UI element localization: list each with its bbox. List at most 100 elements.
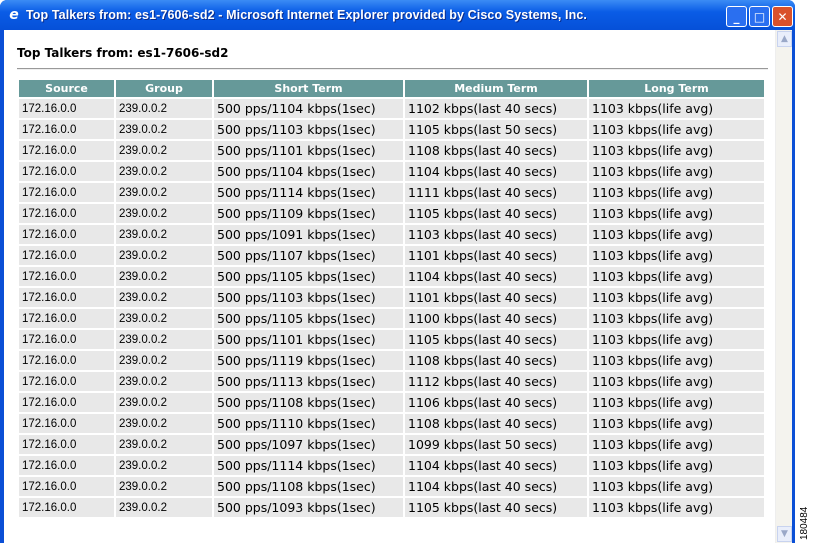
cell-group: 239.0.0.2: [116, 435, 212, 454]
column-header-medium-term: Medium Term: [405, 80, 587, 97]
cell-medium-term: 1104 kbps(last 40 secs): [405, 267, 587, 286]
cell-source: 172.16.0.0: [19, 267, 114, 286]
cell-long-term: 1103 kbps(life avg): [589, 267, 764, 286]
cell-group: 239.0.0.2: [116, 204, 212, 223]
cell-long-term: 1103 kbps(life avg): [589, 498, 764, 517]
title-bar[interactable]: e Top Talkers from: es1-7606-sd2 - Micro…: [0, 0, 795, 30]
cell-short-term: 500 pps/1108 kbps(1sec): [214, 477, 403, 496]
minimize-button[interactable]: _: [726, 6, 747, 27]
page-content: Top Talkers from: es1-7606-sd2 Source Gr…: [4, 30, 792, 543]
table-row: 172.16.0.0 239.0.0.2 500 pps/1103 kbps(1se…: [19, 120, 764, 139]
table-row: 172.16.0.0 239.0.0.2 500 pps/1114 kbps(1se…: [19, 456, 764, 475]
cell-medium-term: 1099 kbps(last 50 secs): [405, 435, 587, 454]
cell-group: 239.0.0.2: [116, 372, 212, 391]
cell-long-term: 1103 kbps(life avg): [589, 351, 764, 370]
vertical-scrollbar[interactable]: ▲ ▼: [775, 30, 792, 543]
cell-short-term: 500 pps/1109 kbps(1sec): [214, 204, 403, 223]
table-row: 172.16.0.0 239.0.0.2 500 pps/1101 kbps(1se…: [19, 330, 764, 349]
cell-long-term: 1103 kbps(life avg): [589, 183, 764, 202]
cell-medium-term: 1101 kbps(last 40 secs): [405, 288, 587, 307]
cell-source: 172.16.0.0: [19, 456, 114, 475]
cell-short-term: 500 pps/1103 kbps(1sec): [214, 120, 403, 139]
cell-medium-term: 1105 kbps(last 40 secs): [405, 330, 587, 349]
cell-group: 239.0.0.2: [116, 498, 212, 517]
cell-group: 239.0.0.2: [116, 99, 212, 118]
cell-short-term: 500 pps/1097 kbps(1sec): [214, 435, 403, 454]
table-row: 172.16.0.0 239.0.0.2 500 pps/1110 kbps(1se…: [19, 414, 764, 433]
cell-medium-term: 1100 kbps(last 40 secs): [405, 309, 587, 328]
cell-short-term: 500 pps/1104 kbps(1sec): [214, 162, 403, 181]
cell-source: 172.16.0.0: [19, 204, 114, 223]
cell-medium-term: 1101 kbps(last 40 secs): [405, 246, 587, 265]
cell-source: 172.16.0.0: [19, 498, 114, 517]
cell-short-term: 500 pps/1105 kbps(1sec): [214, 267, 403, 286]
cell-group: 239.0.0.2: [116, 246, 212, 265]
cell-long-term: 1103 kbps(life avg): [589, 309, 764, 328]
cell-group: 239.0.0.2: [116, 162, 212, 181]
table-row: 172.16.0.0 239.0.0.2 500 pps/1107 kbps(1se…: [19, 246, 764, 265]
cell-source: 172.16.0.0: [19, 288, 114, 307]
cell-short-term: 500 pps/1103 kbps(1sec): [214, 288, 403, 307]
figure-id: 180484: [799, 506, 810, 540]
cell-source: 172.16.0.0: [19, 141, 114, 160]
cell-long-term: 1103 kbps(life avg): [589, 393, 764, 412]
cell-long-term: 1103 kbps(life avg): [589, 435, 764, 454]
cell-short-term: 500 pps/1113 kbps(1sec): [214, 372, 403, 391]
cell-medium-term: 1102 kbps(last 40 secs): [405, 99, 587, 118]
cell-long-term: 1103 kbps(life avg): [589, 99, 764, 118]
cell-short-term: 500 pps/1101 kbps(1sec): [214, 330, 403, 349]
close-button[interactable]: ✕: [772, 6, 793, 27]
cell-short-term: 500 pps/1093 kbps(1sec): [214, 498, 403, 517]
internet-explorer-icon: e: [9, 7, 19, 23]
table-row: 172.16.0.0 239.0.0.2 500 pps/1104 kbps(1se…: [19, 162, 764, 181]
column-header-short-term: Short Term: [214, 80, 403, 97]
table-row: 172.16.0.0 239.0.0.2 500 pps/1108 kbps(1se…: [19, 477, 764, 496]
cell-source: 172.16.0.0: [19, 309, 114, 328]
cell-short-term: 500 pps/1104 kbps(1sec): [214, 99, 403, 118]
table-row: 172.16.0.0 239.0.0.2 500 pps/1113 kbps(1se…: [19, 372, 764, 391]
scroll-up-arrow-icon[interactable]: ▲: [777, 31, 792, 47]
cell-short-term: 500 pps/1110 kbps(1sec): [214, 414, 403, 433]
cell-medium-term: 1108 kbps(last 40 secs): [405, 414, 587, 433]
cell-long-term: 1103 kbps(life avg): [589, 477, 764, 496]
divider: [17, 68, 768, 70]
cell-long-term: 1103 kbps(life avg): [589, 372, 764, 391]
table-row: 172.16.0.0 239.0.0.2 500 pps/1101 kbps(1se…: [19, 141, 764, 160]
cell-short-term: 500 pps/1105 kbps(1sec): [214, 309, 403, 328]
top-talkers-table: Source Group Short Term Medium Term Long…: [17, 78, 766, 519]
cell-medium-term: 1104 kbps(last 40 secs): [405, 477, 587, 496]
cell-source: 172.16.0.0: [19, 246, 114, 265]
cell-group: 239.0.0.2: [116, 414, 212, 433]
cell-group: 239.0.0.2: [116, 330, 212, 349]
cell-medium-term: 1105 kbps(last 50 secs): [405, 120, 587, 139]
cell-source: 172.16.0.0: [19, 477, 114, 496]
cell-medium-term: 1106 kbps(last 40 secs): [405, 393, 587, 412]
scroll-down-arrow-icon[interactable]: ▼: [777, 526, 792, 542]
cell-group: 239.0.0.2: [116, 183, 212, 202]
cell-long-term: 1103 kbps(life avg): [589, 225, 764, 244]
cell-long-term: 1103 kbps(life avg): [589, 246, 764, 265]
cell-medium-term: 1112 kbps(last 40 secs): [405, 372, 587, 391]
cell-long-term: 1103 kbps(life avg): [589, 414, 764, 433]
cell-source: 172.16.0.0: [19, 435, 114, 454]
maximize-button[interactable]: □: [749, 6, 770, 27]
cell-long-term: 1103 kbps(life avg): [589, 120, 764, 139]
cell-source: 172.16.0.0: [19, 162, 114, 181]
cell-short-term: 500 pps/1114 kbps(1sec): [214, 183, 403, 202]
cell-medium-term: 1105 kbps(last 40 secs): [405, 498, 587, 517]
cell-short-term: 500 pps/1108 kbps(1sec): [214, 393, 403, 412]
column-header-long-term: Long Term: [589, 80, 764, 97]
table-row: 172.16.0.0 239.0.0.2 500 pps/1104 kbps(1se…: [19, 99, 764, 118]
window-title: Top Talkers from: es1-7606-sd2 - Microso…: [26, 8, 587, 22]
cell-long-term: 1103 kbps(life avg): [589, 204, 764, 223]
table-row: 172.16.0.0 239.0.0.2 500 pps/1103 kbps(1se…: [19, 288, 764, 307]
column-header-group: Group: [116, 80, 212, 97]
cell-long-term: 1103 kbps(life avg): [589, 288, 764, 307]
table-row: 172.16.0.0 239.0.0.2 500 pps/1093 kbps(1se…: [19, 498, 764, 517]
cell-medium-term: 1108 kbps(last 40 secs): [405, 141, 587, 160]
cell-short-term: 500 pps/1114 kbps(1sec): [214, 456, 403, 475]
cell-source: 172.16.0.0: [19, 351, 114, 370]
cell-source: 172.16.0.0: [19, 393, 114, 412]
cell-group: 239.0.0.2: [116, 309, 212, 328]
cell-medium-term: 1104 kbps(last 40 secs): [405, 162, 587, 181]
